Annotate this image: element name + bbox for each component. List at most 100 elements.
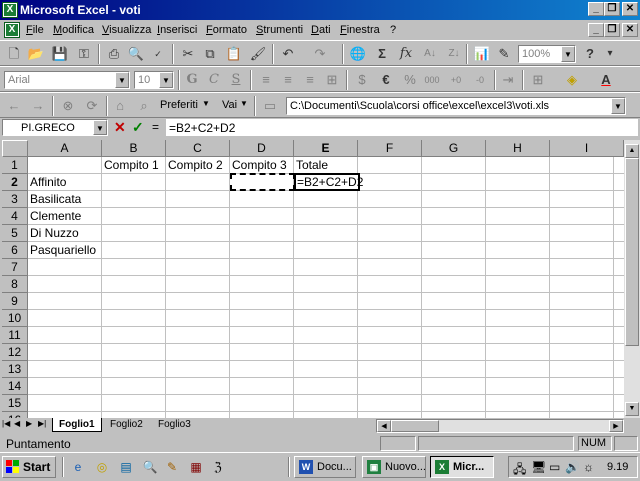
scroll-down-icon[interactable]: ▼ (625, 402, 639, 416)
decrease-decimal-icon[interactable]: -0 (470, 70, 490, 90)
column-header-i[interactable]: I (550, 140, 624, 157)
menu-help[interactable]: ? (390, 24, 396, 36)
prev-sheet-icon[interactable]: ◀ (14, 419, 20, 428)
explorer-icon[interactable]: 🔍 (142, 459, 158, 475)
column-header-g[interactable]: G (422, 140, 486, 157)
column-header-h[interactable]: H (486, 140, 550, 157)
doc-close-button[interactable]: ✕ (622, 23, 638, 37)
tray-volume-icon[interactable]: 🔊 (565, 460, 580, 474)
close-button[interactable]: ✕ (622, 2, 638, 16)
row-header-5[interactable]: 5 (2, 225, 28, 242)
last-sheet-icon[interactable]: ▶| (38, 419, 46, 428)
save-icon[interactable]: 💾 (50, 44, 70, 64)
paste-icon[interactable]: 📋 (224, 44, 244, 64)
cell-a4[interactable]: Clemente (28, 208, 102, 225)
increase-decimal-icon[interactable]: +0 (446, 70, 466, 90)
redo-icon[interactable]: ↷ (310, 44, 330, 64)
row-header-2[interactable]: 2 (2, 174, 28, 191)
scroll-left-icon[interactable]: ◀ (377, 420, 391, 432)
row-header-1[interactable]: 1 (2, 157, 28, 174)
horizontal-scrollbar[interactable]: ◀ ▶ (376, 419, 624, 433)
cancel-entry-icon[interactable]: ✕ (114, 119, 126, 136)
menu-inserisci[interactable]: Inserisci (157, 24, 197, 36)
name-box[interactable]: PI.GRECO ▼ (2, 119, 108, 136)
cell-b1[interactable]: Compito 1 (102, 157, 166, 174)
workbook-icon[interactable]: X (4, 22, 20, 38)
active-cell-e2[interactable]: =B2+C2+D2 (294, 173, 363, 191)
tray-display-icon[interactable]: ▭ (549, 460, 560, 474)
confirm-entry-icon[interactable]: ✓ (132, 119, 144, 136)
row-header-11[interactable]: 11 (2, 327, 28, 344)
menu-file[interactable]: File (26, 24, 44, 36)
doc-restore-button[interactable]: ❐ (604, 23, 620, 37)
desktop-icon[interactable]: ▤ (118, 459, 134, 475)
print-icon[interactable]: ⎙ (104, 44, 124, 64)
hscroll-thumb[interactable] (391, 420, 439, 432)
edit-formula-button[interactable]: = (152, 120, 159, 134)
sheet-tab-foglio2[interactable]: Foglio2 (104, 418, 149, 432)
sort-descending-icon[interactable]: Z↓ (444, 44, 464, 64)
edit-icon[interactable]: ✎ (164, 459, 180, 475)
function-icon[interactable]: fx (396, 44, 416, 64)
tray-agent-icon[interactable]: ☼ (583, 460, 594, 474)
menu-dati[interactable]: Dati (311, 24, 331, 36)
row-header-9[interactable]: 9 (2, 293, 28, 310)
help-icon[interactable]: ? (580, 44, 600, 64)
first-sheet-icon[interactable]: |◀ (2, 419, 10, 428)
hyperlink-icon[interactable]: 🌐 (348, 44, 368, 64)
thousands-separator-icon[interactable]: 000 (422, 70, 442, 90)
stop-icon[interactable]: ⊗ (58, 96, 78, 116)
search-web-icon[interactable]: ⌕ (134, 96, 154, 116)
media-icon[interactable]: ▦ (188, 459, 204, 475)
cell-a5[interactable]: Di Nuzzo (28, 225, 102, 242)
menu-formato[interactable]: Formato (206, 24, 247, 36)
percent-icon[interactable]: % (400, 70, 420, 90)
indent-icon[interactable]: ⇥ (498, 70, 518, 90)
doc-minimize-button[interactable]: _ (588, 23, 604, 37)
forward-icon[interactable]: → (28, 96, 48, 116)
row-header-12[interactable]: 12 (2, 344, 28, 361)
menu-strumenti[interactable]: Strumenti (256, 24, 303, 36)
column-header-a[interactable]: A (28, 140, 102, 157)
row-header-4[interactable]: 4 (2, 208, 28, 225)
merge-center-icon[interactable]: ⊞ (322, 70, 342, 90)
task-new-window[interactable]: ▣ Nuovo... (362, 456, 426, 478)
autosum-icon[interactable]: Σ (372, 44, 392, 64)
cell-a2[interactable]: Affinito (28, 174, 102, 191)
scroll-up-icon[interactable]: ▲ (625, 144, 639, 158)
fill-color-icon[interactable]: ◈ (562, 70, 582, 90)
column-header-e[interactable]: E (294, 140, 358, 157)
bold-icon[interactable]: G (182, 70, 202, 90)
cell-e1[interactable]: Totale (294, 157, 358, 174)
row-header-10[interactable]: 10 (2, 310, 28, 327)
select-all-corner[interactable] (2, 140, 28, 157)
column-header-d[interactable]: D (230, 140, 294, 157)
excel-app-icon[interactable]: X (2, 2, 18, 18)
menu-finestra[interactable]: Finestra (340, 24, 380, 36)
row-header-13[interactable]: 13 (2, 361, 28, 378)
scroll-thumb[interactable] (625, 158, 639, 346)
print-preview-icon[interactable]: 🔍 (126, 44, 146, 64)
minimize-button[interactable]: _ (588, 2, 604, 16)
zoom-select[interactable]: 100% ▼ (518, 45, 576, 63)
favorites-menu[interactable]: Preferiti (160, 99, 198, 111)
tray-network-icon[interactable]: 🖧 (513, 460, 526, 481)
row-header-6[interactable]: 6 (2, 242, 28, 259)
borders-icon[interactable]: ⊞ (528, 70, 548, 90)
permission-icon[interactable]: ⚿ (74, 44, 94, 64)
worksheet-grid[interactable]: A B C D E F G H I 1 2 3 4 5 6 7 8 9 10 1… (2, 140, 624, 418)
sheet-tab-foglio1[interactable]: Foglio1 (52, 418, 102, 432)
cell-c1[interactable]: Compito 2 (166, 157, 230, 174)
sort-ascending-icon[interactable]: A↓ (420, 44, 440, 64)
currency-icon[interactable]: $ (352, 70, 372, 90)
euro-icon[interactable]: € (376, 70, 396, 90)
column-header-f[interactable]: F (358, 140, 422, 157)
column-header-c[interactable]: C (166, 140, 230, 157)
menu-visualizza[interactable]: Visualizza (102, 24, 151, 36)
goto-menu[interactable]: Vai (222, 99, 237, 111)
align-right-icon[interactable]: ≡ (300, 70, 320, 90)
copy-icon[interactable]: ⧉ (200, 44, 220, 64)
chart-wizard-icon[interactable]: 📊 (472, 44, 492, 64)
underline-icon[interactable]: S (226, 70, 246, 90)
font-name-select[interactable]: Arial ▼ (4, 71, 130, 89)
